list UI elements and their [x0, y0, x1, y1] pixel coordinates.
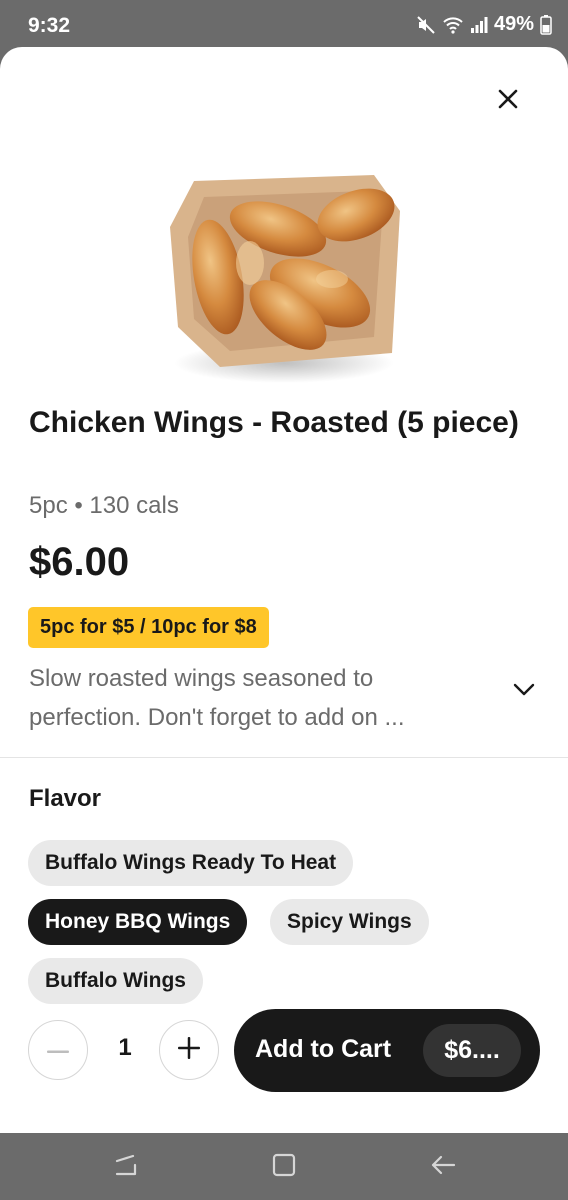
promo-badge: 5pc for $5 / 10pc for $8	[28, 607, 269, 648]
status-time: 9:32	[28, 14, 71, 37]
close-icon	[498, 89, 518, 114]
battery-level: 49%	[493, 13, 534, 35]
product-sheet: Chicken Wings - Roasted (5 piece) 5pc • …	[0, 47, 568, 1133]
recents-icon	[113, 1154, 139, 1181]
flavor-option-spicy[interactable]: Spicy Wings	[270, 899, 429, 945]
recents-button[interactable]	[110, 1151, 142, 1183]
flavor-option-honey-bbq[interactable]: Honey BBQ Wings	[28, 899, 248, 945]
decrease-quantity-button[interactable]	[28, 1020, 88, 1080]
signal-icon	[470, 16, 488, 34]
minus-icon	[47, 1041, 69, 1059]
product-meta: 5pc • 130 cals	[29, 492, 179, 519]
mute-icon	[416, 15, 436, 35]
back-arrow-icon	[430, 1154, 456, 1181]
status-icons: 49%	[416, 13, 552, 36]
add-to-cart-button[interactable]: Add to Cart $6....	[234, 1009, 540, 1092]
battery-icon	[540, 14, 552, 35]
product-price: $6.00	[29, 540, 130, 584]
back-button[interactable]	[427, 1151, 459, 1183]
chevron-down-icon	[513, 683, 535, 702]
section-divider	[0, 757, 568, 758]
increase-quantity-button[interactable]	[159, 1020, 219, 1080]
home-button[interactable]	[268, 1151, 300, 1183]
product-title: Chicken Wings - Roasted (5 piece)	[29, 406, 519, 439]
flavor-option-buffalo-ready-to-heat[interactable]: Buffalo Wings Ready To Heat	[28, 840, 354, 886]
status-bar: 9:32 49%	[0, 0, 568, 52]
product-description: Slow roasted wings seasoned to perfectio…	[29, 665, 405, 731]
flavor-title: Flavor	[29, 785, 102, 812]
plus-icon	[178, 1036, 200, 1064]
quantity-value: 1	[118, 1034, 132, 1061]
close-button[interactable]	[488, 81, 528, 121]
system-nav-bar	[0, 1133, 568, 1200]
product-image	[160, 167, 404, 387]
home-icon	[272, 1153, 296, 1182]
flavor-option-buffalo[interactable]: Buffalo Wings	[28, 958, 203, 1004]
add-to-cart-price: $6....	[423, 1024, 521, 1077]
wifi-icon	[442, 15, 464, 35]
expand-description-button[interactable]	[507, 675, 541, 709]
add-to-cart-label: Add to Cart	[255, 1035, 392, 1063]
